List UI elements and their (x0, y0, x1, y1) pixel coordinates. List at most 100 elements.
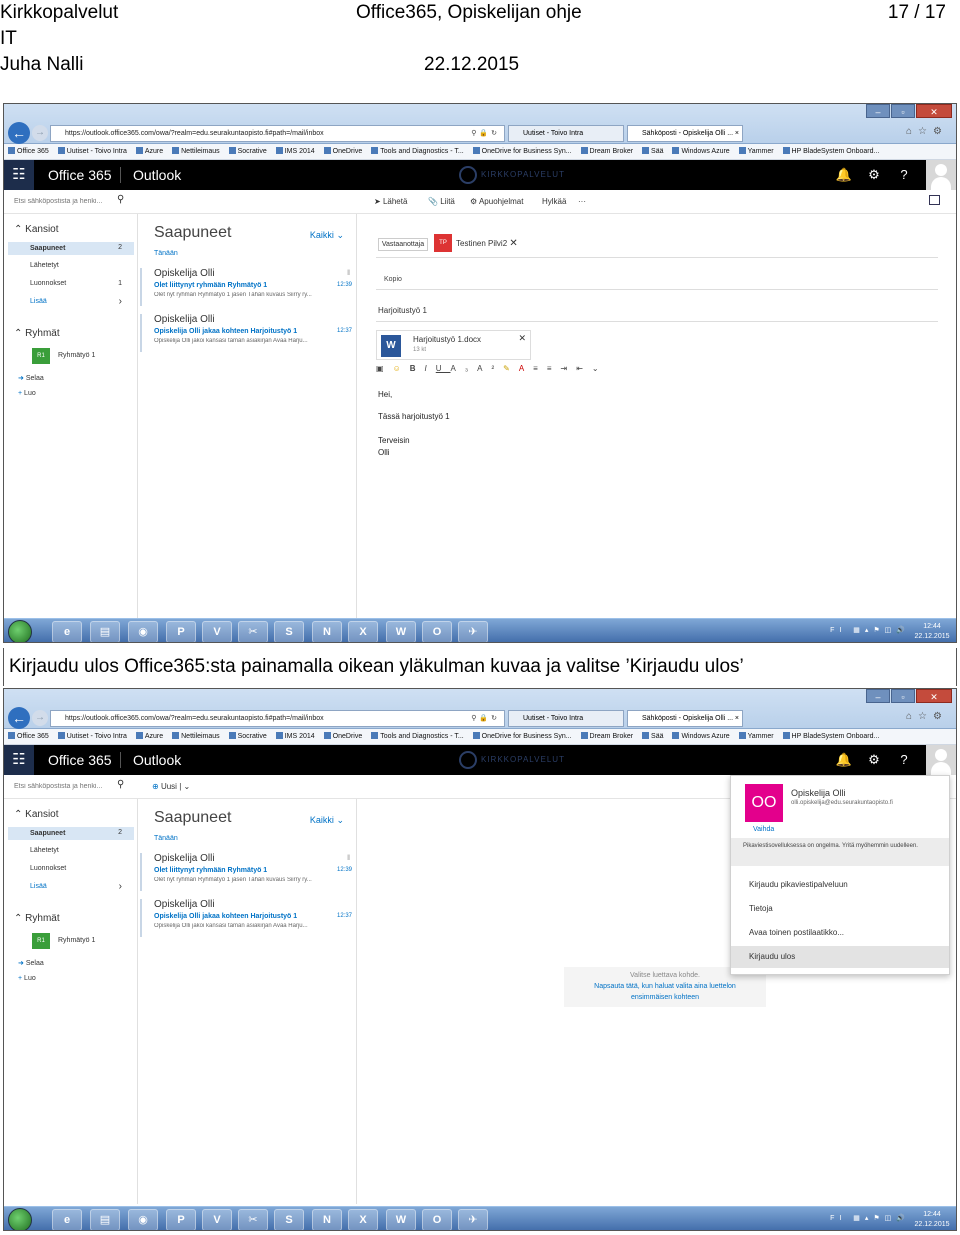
start-button[interactable] (8, 620, 32, 642)
browse-link[interactable]: ➜ Selaa (18, 959, 44, 967)
taskbar-app-outlook[interactable]: O (422, 621, 452, 642)
taskbar-app-skype[interactable]: S (274, 621, 304, 642)
search-icon[interactable]: ⚲ (117, 194, 124, 205)
app-launcher-icon[interactable]: ☷ (4, 745, 34, 775)
group-item[interactable]: Ryhmätyö 1 (58, 352, 95, 359)
system-tray[interactable]: FI ▦▴⚑◫🔊 (830, 1214, 910, 1222)
favorite-item[interactable]: HP BladeSystem Onboard... (782, 729, 879, 744)
taskbar-app-explorer[interactable]: ▤ (90, 621, 120, 642)
popout-icon[interactable] (929, 195, 940, 205)
favorite-item[interactable]: Azure (135, 729, 163, 744)
help-icon[interactable]: ? (889, 160, 919, 190)
body-line[interactable]: Hei, (378, 390, 392, 399)
address-tools-icon[interactable]: ⚲🔒↻ (471, 126, 500, 141)
attachment-card[interactable]: W Harjoitustyö 1.docx 13 kt ✕ (376, 330, 531, 360)
app-launcher-icon[interactable]: ☷ (4, 160, 34, 190)
favorite-item[interactable]: Uutiset - Toivo Intra (57, 144, 127, 159)
list-item[interactable]: Opiskelija Olli ‖ Olet liittynyt ryhmään… (140, 268, 356, 308)
taskbar-app-chrome[interactable]: ◉ (128, 621, 158, 642)
favorite-item[interactable]: Nettileimaus (172, 144, 220, 159)
taskbar-app-visio[interactable]: V (202, 621, 232, 642)
emoji-icon[interactable]: ☺ (393, 364, 410, 373)
favorite-item[interactable]: OneDrive (323, 729, 362, 744)
folder-item-inbox[interactable]: Saapuneet (8, 827, 134, 840)
subject-field[interactable]: Harjoitustyö 1 (376, 302, 938, 322)
folder-item-drafts[interactable]: Luonnokset (30, 280, 66, 287)
taskbar-app-excel[interactable]: X (348, 621, 378, 642)
favorite-item[interactable]: Yammer (738, 729, 774, 744)
filter-dropdown[interactable]: Kaikki ⌄ (310, 815, 344, 826)
help-icon[interactable]: ? (889, 745, 919, 775)
browser-tab-intra[interactable]: Uutiset - Toivo Intra (508, 710, 624, 727)
taskbar-app-tools[interactable]: ✂ (238, 621, 268, 642)
italic-icon[interactable]: I (425, 364, 436, 373)
taskbar-app-word[interactable]: W (386, 1209, 416, 1230)
account-avatar[interactable]: OO (745, 784, 783, 822)
to-button[interactable]: Vastaanottaja (378, 238, 428, 251)
folder-item-inbox[interactable]: Saapuneet (8, 242, 134, 255)
address-bar[interactable]: https://outlook.office365.com/owa/?realm… (50, 125, 505, 142)
recipient-chip[interactable]: Testinen Pilvi2 ✕ (456, 238, 518, 249)
taskbar-app-explorer[interactable]: ▤ (90, 1209, 120, 1230)
menu-item-open-mailbox[interactable]: Avaa toinen postilaatikko... (749, 928, 844, 937)
close-button[interactable]: ✕ (916, 104, 952, 118)
folder-item-drafts[interactable]: Luonnokset (30, 865, 66, 872)
favorite-item[interactable]: OneDrive for Business Syn... (472, 144, 572, 159)
reading-hint-link[interactable]: Napsauta tätä, kun haluat valita aina lu… (564, 981, 766, 992)
taskbar-app-visio[interactable]: V (202, 1209, 232, 1230)
create-link[interactable]: + Luo (18, 390, 36, 397)
taskbar-app-other[interactable]: ✈ (458, 1209, 488, 1230)
create-link[interactable]: + Luo (18, 975, 36, 982)
browser-tab-mail[interactable]: Sähköposti - Opiskelija Olli ... × (627, 125, 743, 142)
body-line[interactable]: Terveisin (378, 436, 410, 445)
avatar[interactable] (926, 745, 956, 775)
folder-item-more[interactable]: Lisää (30, 883, 47, 890)
list-item[interactable]: Opiskelija Olli Opiskelija Olli jakaa ko… (140, 314, 356, 354)
taskbar-app-project[interactable]: P (166, 621, 196, 642)
underline-icon[interactable]: U (436, 364, 451, 373)
favorite-item[interactable]: IMS 2014 (275, 144, 315, 159)
taskbar-app-onenote[interactable]: N (312, 1209, 342, 1230)
minimize-button[interactable]: – (866, 104, 890, 118)
browser-toolbar-icons[interactable]: ⌂☆⚙ (906, 711, 948, 722)
tab-close-icon[interactable]: × (735, 126, 739, 141)
change-photo-link[interactable]: Vaihda (753, 826, 774, 833)
folder-item-sent[interactable]: Lähetetyt (30, 847, 59, 854)
favorite-item[interactable]: Azure (135, 144, 163, 159)
favorite-item[interactable]: Windows Azure (672, 729, 730, 744)
system-tray[interactable]: FI ▦▴⚑◫🔊 (830, 626, 910, 634)
maximize-button[interactable]: ▫ (891, 104, 915, 118)
body-line[interactable]: Olli (378, 448, 390, 457)
more-button[interactable]: ··· (578, 196, 586, 208)
discard-button[interactable]: Hylkää (542, 196, 566, 208)
chevron-right-icon[interactable]: › (119, 881, 122, 892)
filter-dropdown[interactable]: Kaikki ⌄ (310, 230, 344, 241)
favorite-item[interactable]: Socrative (228, 144, 267, 159)
favorite-item[interactable]: Sää (642, 729, 664, 744)
numbering-icon[interactable]: ≡ (547, 364, 561, 373)
taskbar-app-ie[interactable]: e (52, 621, 82, 642)
taskbar-app-chrome[interactable]: ◉ (128, 1209, 158, 1230)
attach-button[interactable]: 📎 Liitä (428, 196, 455, 208)
avatar[interactable] (926, 160, 956, 190)
font-color-icon[interactable]: A (519, 364, 533, 373)
close-button[interactable]: ✕ (916, 689, 952, 703)
bullets-icon[interactable]: ≡ (533, 364, 547, 373)
search-input[interactable] (14, 780, 126, 794)
taskbar-app-ie[interactable]: e (52, 1209, 82, 1230)
search-input[interactable] (14, 195, 126, 209)
favorite-item[interactable]: Tools and Diagnostics - T... (371, 144, 464, 159)
taskbar-app-onenote[interactable]: N (312, 621, 342, 642)
taskbar-app-excel[interactable]: X (348, 1209, 378, 1230)
brand-label[interactable]: Office 365 (48, 745, 112, 775)
groups-header[interactable]: ⌃ Ryhmät (14, 328, 60, 339)
app-name[interactable]: Outlook (133, 745, 181, 775)
menu-item-im-signin[interactable]: Kirjaudu pikaviestipalveluun (749, 880, 848, 889)
body-line[interactable]: Tässä harjoitustyö 1 (378, 412, 450, 421)
taskbar-app-tools[interactable]: ✂ (238, 1209, 268, 1230)
favorite-item[interactable]: Sää (642, 144, 664, 159)
indent-icon[interactable]: ⇥ (561, 364, 577, 373)
favorite-item[interactable]: Office 365 (8, 729, 49, 744)
favorite-item[interactable]: Tools and Diagnostics - T... (371, 729, 464, 744)
favorite-item[interactable]: IMS 2014 (275, 729, 315, 744)
